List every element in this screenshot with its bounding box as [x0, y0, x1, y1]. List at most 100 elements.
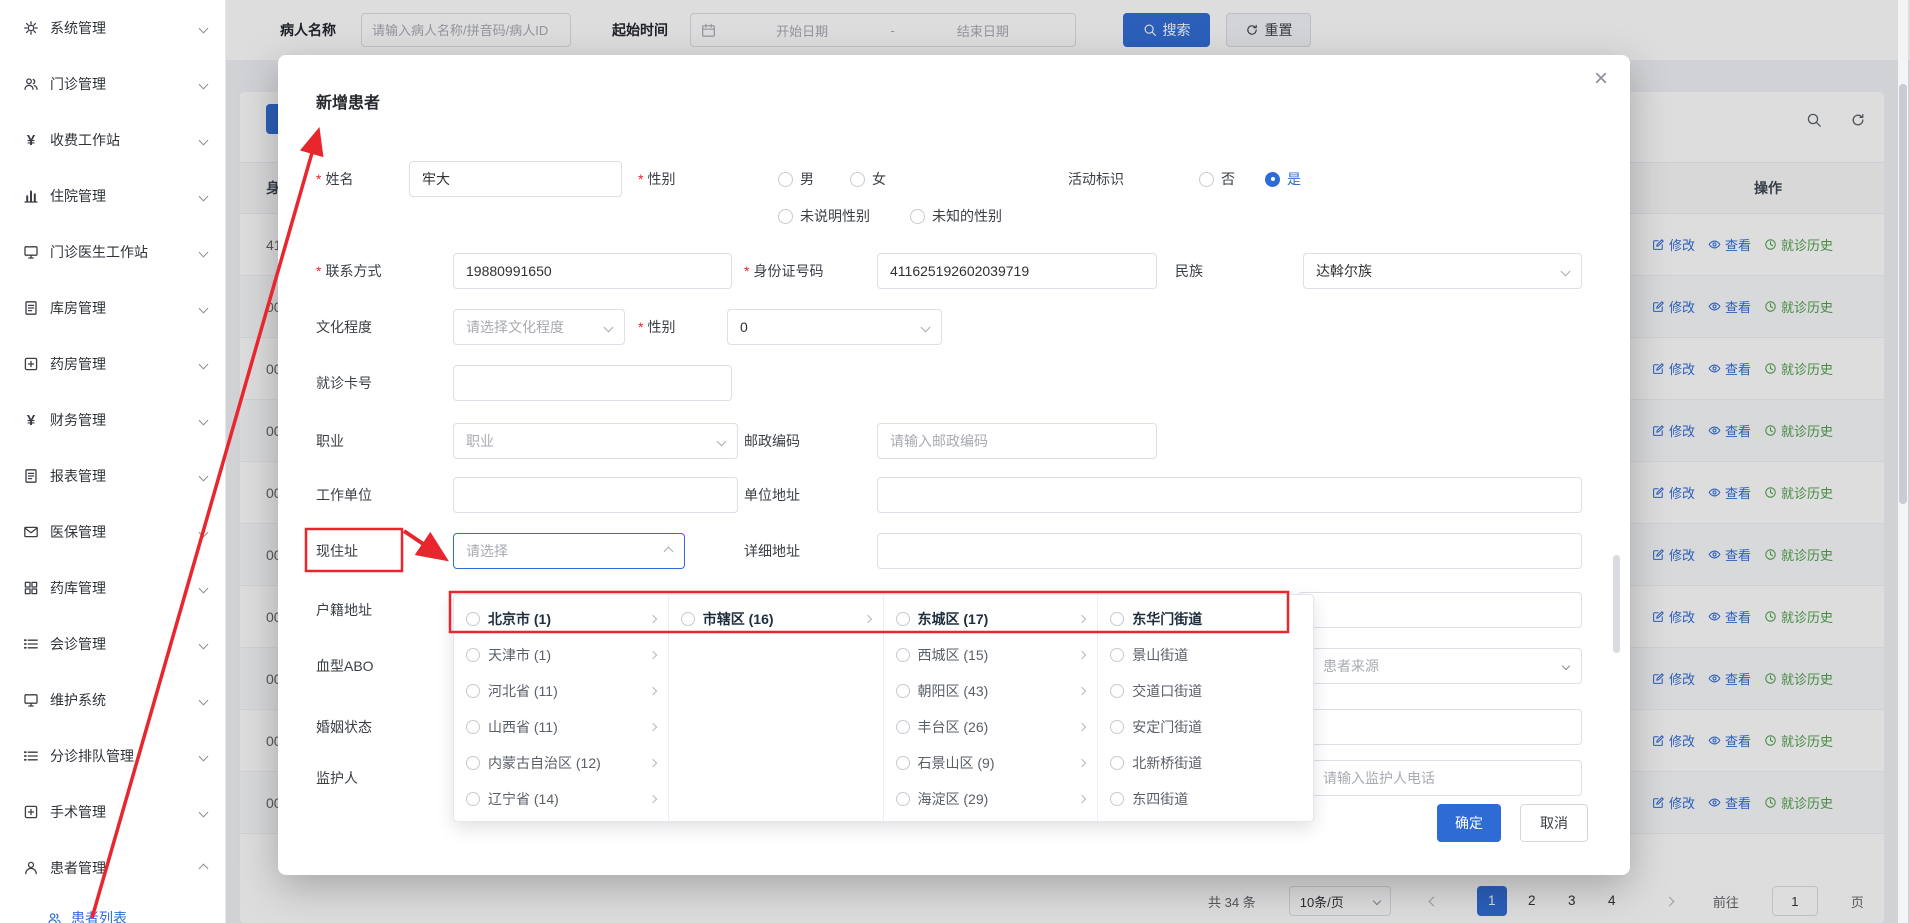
cascader-option[interactable]: 东华门街道: [1098, 601, 1313, 637]
sidebar-item-4[interactable]: 住院管理: [0, 168, 225, 224]
guardian-phone-input[interactable]: 请输入监护人电话: [1298, 760, 1582, 796]
sidebar-item-label: 医保管理: [50, 522, 200, 542]
blood-type-label: 血型ABO: [316, 648, 374, 684]
postal-code-input[interactable]: [877, 423, 1157, 459]
radio-icon: [896, 684, 910, 698]
sidebar-item-label: 财务管理: [50, 410, 200, 430]
cascader-option[interactable]: 朝阳区 (43): [884, 673, 1098, 709]
name-input[interactable]: [409, 161, 622, 197]
sidebar-item-10[interactable]: 医保管理: [0, 504, 225, 560]
modal-scrollbar-thumb[interactable]: [1613, 555, 1620, 653]
window-scrollbar[interactable]: [1898, 0, 1908, 923]
cascader-option-label: 交道口街道: [1132, 681, 1301, 701]
radio-option-label: 是: [1287, 169, 1301, 189]
confirm-button[interactable]: 确定: [1437, 804, 1501, 842]
cascader-option[interactable]: 海淀区 (29): [884, 781, 1098, 817]
sidebar-item-8[interactable]: ¥财务管理: [0, 392, 225, 448]
triage-queue-icon: [22, 747, 40, 765]
gender-label: *性别: [638, 161, 675, 197]
id-card-input[interactable]: [877, 253, 1157, 289]
cascader-option[interactable]: 北新桥街道: [1098, 745, 1313, 781]
contact-label: *联系方式: [316, 253, 381, 289]
radio-icon: [1110, 684, 1124, 698]
gender-option-1[interactable]: 男: [778, 169, 814, 189]
gender-code-value: 0: [740, 319, 748, 335]
cascader-option[interactable]: 交道口街道: [1098, 673, 1313, 709]
sidebar-item-5[interactable]: 门诊医生工作站: [0, 224, 225, 280]
chevron-right-icon: [1078, 795, 1086, 803]
chevron-down-icon: [199, 135, 209, 145]
doctor-workstation-icon: [22, 243, 40, 261]
sidebar-item-2[interactable]: 门诊管理: [0, 56, 225, 112]
cascader-option-label: 石景山区 (9): [918, 753, 1080, 773]
dialog-title: 新增患者: [316, 89, 380, 113]
work-unit-input[interactable]: [453, 477, 738, 513]
sidebar-item-3[interactable]: ¥收费工作站: [0, 112, 225, 168]
cascader-option[interactable]: 丰台区 (26): [884, 709, 1098, 745]
occupation-label: 职业: [316, 423, 344, 459]
education-placeholder: 请选择文化程度: [466, 317, 564, 337]
active-flag-option-1[interactable]: 否: [1199, 169, 1235, 189]
marital-status-input[interactable]: [1298, 709, 1582, 745]
sidebar-item-9[interactable]: 报表管理: [0, 448, 225, 504]
cascader-option-label: 景山街道: [1132, 645, 1301, 665]
cascader-option-label: 朝阳区 (43): [918, 681, 1080, 701]
sidebar-menu: 系统管理门诊管理¥收费工作站住院管理门诊医生工作站库房管理药房管理¥财务管理报表…: [0, 0, 225, 896]
cascader-option[interactable]: 河北省 (11): [454, 673, 668, 709]
sidebar-item-6[interactable]: 库房管理: [0, 280, 225, 336]
cascader-option[interactable]: 景山街道: [1098, 637, 1313, 673]
ethnicity-select[interactable]: 达斡尔族: [1303, 253, 1582, 289]
radio-icon: [1199, 172, 1214, 187]
sidebar-item-14[interactable]: 分诊排队管理: [0, 728, 225, 784]
active-flag-option-2[interactable]: 是: [1265, 169, 1301, 189]
current-address-select[interactable]: 请选择: [453, 533, 685, 569]
cascader-column-2: 市辖区 (16): [669, 595, 884, 821]
occupation-select[interactable]: 职业: [453, 423, 738, 459]
gender-option-2[interactable]: 未知的性别: [910, 206, 1002, 226]
cascader-option[interactable]: 天津市 (1): [454, 637, 668, 673]
chevron-down-icon: [199, 247, 209, 257]
household-address-input[interactable]: [1298, 592, 1582, 628]
visit-card-input[interactable]: [453, 365, 732, 401]
cascader-option-label: 河北省 (11): [488, 681, 650, 701]
close-icon[interactable]: ×: [1594, 67, 1608, 91]
chevron-down-icon: [199, 23, 209, 33]
cancel-button[interactable]: 取消: [1520, 804, 1588, 842]
sidebar-item-11[interactable]: 药库管理: [0, 560, 225, 616]
radio-icon: [850, 172, 865, 187]
unit-address-input[interactable]: [877, 477, 1582, 513]
radio-icon: [1110, 720, 1124, 734]
cascader-option[interactable]: 石景山区 (9): [884, 745, 1098, 781]
cascader-option[interactable]: 辽宁省 (14): [454, 781, 668, 817]
gender-code-select[interactable]: 0: [727, 309, 942, 345]
sidebar-item-13[interactable]: 维护系统: [0, 672, 225, 728]
chevron-right-icon: [649, 651, 657, 659]
education-select[interactable]: 请选择文化程度: [453, 309, 625, 345]
radio-icon: [896, 648, 910, 662]
sidebar-item-patient-list[interactable]: 患者列表: [0, 896, 225, 923]
sidebar-item-12[interactable]: 会诊管理: [0, 616, 225, 672]
sidebar-item-16[interactable]: 患者管理: [0, 840, 225, 896]
patient-source-select[interactable]: 患者来源: [1298, 648, 1582, 684]
unit-address-label: 单位地址: [744, 477, 800, 513]
cascader-option[interactable]: 北京市 (1): [454, 601, 668, 637]
cascader-option[interactable]: 山西省 (11): [454, 709, 668, 745]
cascader-option[interactable]: 东四街道: [1098, 781, 1313, 817]
cascader-option[interactable]: 市辖区 (16): [669, 601, 883, 637]
chevron-right-icon: [863, 615, 871, 623]
cascader-option[interactable]: 安定门街道: [1098, 709, 1313, 745]
active-flag-radio-group: 否是: [1199, 161, 1301, 197]
sidebar-item-15[interactable]: 手术管理: [0, 784, 225, 840]
sidebar-item-1[interactable]: 系统管理: [0, 0, 225, 56]
contact-input[interactable]: [453, 253, 732, 289]
cascader-option[interactable]: 内蒙古自治区 (12): [454, 745, 668, 781]
radio-icon: [466, 612, 480, 626]
scrollbar-thumb[interactable]: [1899, 84, 1907, 504]
gender-option-1[interactable]: 未说明性别: [778, 206, 870, 226]
detail-address-input[interactable]: [877, 533, 1582, 569]
cascader-option[interactable]: 东城区 (17): [884, 601, 1098, 637]
sidebar-item-7[interactable]: 药房管理: [0, 336, 225, 392]
radio-icon: [1110, 756, 1124, 770]
gender-option-2[interactable]: 女: [850, 169, 886, 189]
cascader-option[interactable]: 西城区 (15): [884, 637, 1098, 673]
